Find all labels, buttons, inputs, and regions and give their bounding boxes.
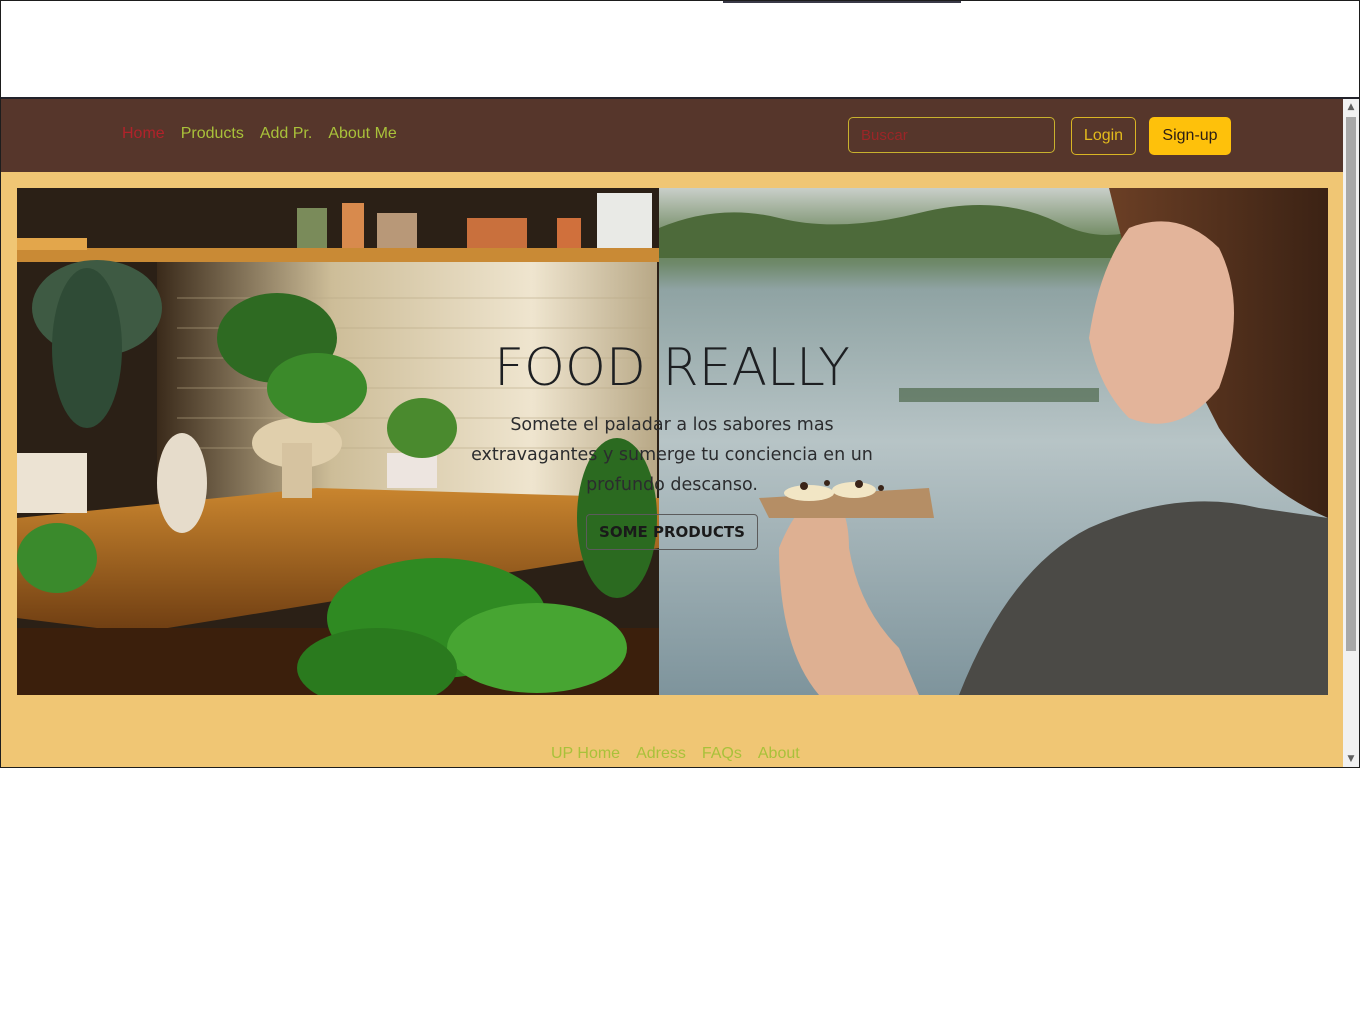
signup-button[interactable]: Sign-up	[1149, 117, 1231, 155]
hero-subtitle: Somete el paladar a los sabores mas extr…	[471, 415, 873, 495]
scroll-up-icon[interactable]: ▲	[1343, 99, 1359, 115]
nav-link-about-me[interactable]: About Me	[328, 125, 396, 143]
scroll-thumb[interactable]	[1346, 117, 1356, 651]
hero-carousel: FOOD REALLY Somete el paladar a los sabo…	[17, 188, 1328, 695]
vertical-scrollbar[interactable]: ▲ ▼	[1343, 99, 1359, 767]
scroll-down-icon[interactable]: ▼	[1343, 751, 1359, 767]
footer-link-faqs[interactable]: FAQs	[702, 745, 742, 763]
hero-title: FOOD REALLY	[494, 338, 850, 398]
top-accent	[723, 1, 961, 3]
page-viewport: Home Products Add Pr. About Me Login Sig…	[1, 99, 1343, 767]
nav-link-home[interactable]: Home	[122, 125, 165, 143]
browser-window: Home Products Add Pr. About Me Login Sig…	[0, 0, 1360, 768]
navbar: Home Products Add Pr. About Me Login Sig…	[1, 99, 1343, 172]
nav-links: Home Products Add Pr. About Me	[122, 125, 397, 143]
hero-caption: FOOD REALLY Somete el paladar a los sabo…	[457, 336, 887, 550]
some-products-button[interactable]: SOME PRODUCTS	[586, 514, 758, 550]
footer-link-up-home[interactable]: UP Home	[551, 745, 620, 763]
nav-link-add-product[interactable]: Add Pr.	[260, 125, 312, 143]
nav-link-products[interactable]: Products	[181, 125, 244, 143]
window-top-bar	[1, 1, 1359, 99]
login-button[interactable]: Login	[1071, 117, 1136, 155]
footer-link-adress[interactable]: Adress	[636, 745, 686, 763]
search-input[interactable]	[848, 117, 1055, 153]
footer-links: UP Home Adress FAQs About	[551, 745, 800, 763]
footer-link-about[interactable]: About	[758, 745, 800, 763]
